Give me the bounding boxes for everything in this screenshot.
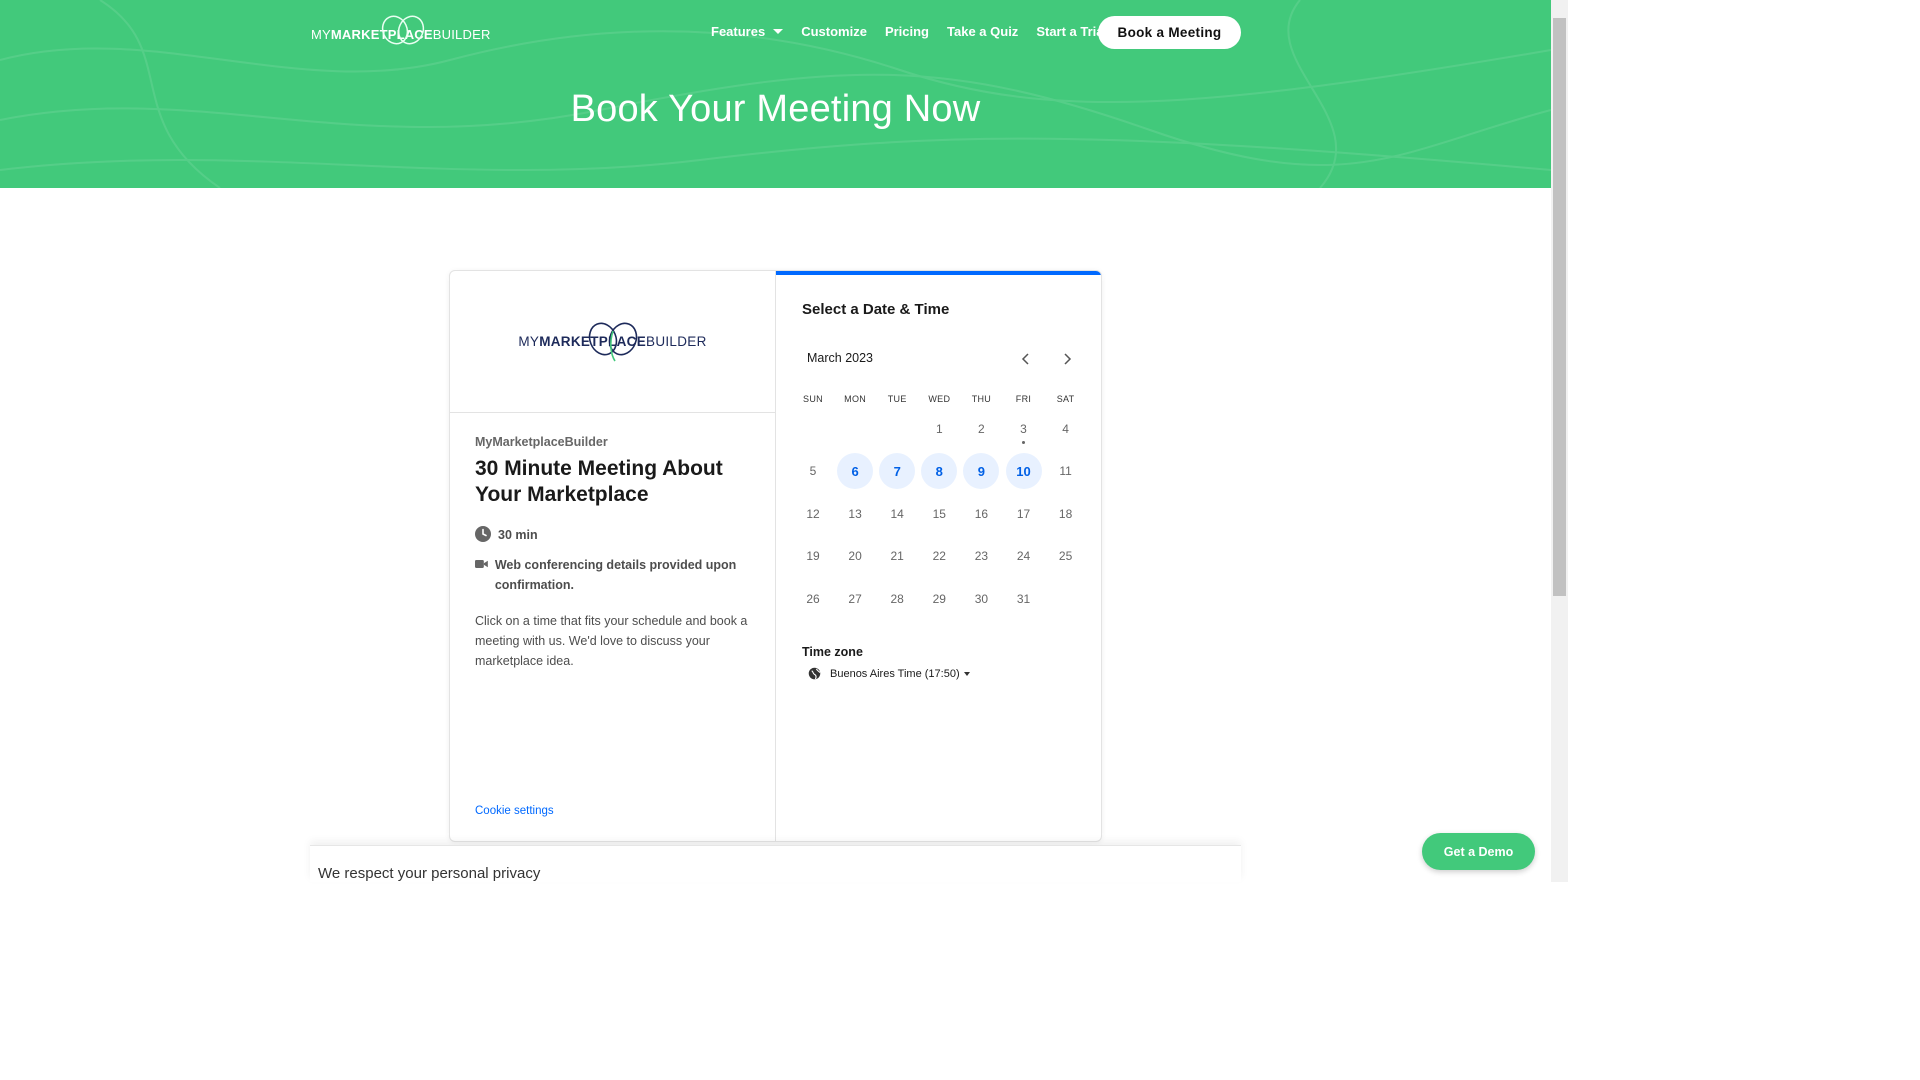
calendar-day: 20 [848, 549, 862, 564]
weekday-sat: SAT [1056, 394, 1075, 404]
calendar-day: 15 [932, 506, 946, 521]
calendar-day: 26 [806, 591, 820, 606]
calendar-day: 31 [1016, 591, 1031, 606]
date-picker-pane: Select a Date & Time March 2023 SUN MON TU… [776, 271, 1101, 841]
organizer-logo: MYMARKETPLACEBUILDER [450, 271, 775, 413]
calendar-day: 30 [974, 591, 989, 606]
event-description: Click on a time that fits your schedule … [475, 614, 748, 668]
calendar-day: 14 [890, 506, 904, 521]
logo-prefix: MY [311, 26, 331, 42]
event-details-pane: MYMARKETPLACEBUILDER MyMarketplaceBuilde… [450, 271, 776, 841]
scrollbar[interactable] [1551, 0, 1568, 882]
calendar-day: 3 [1006, 411, 1042, 447]
calendar-day: 5 [809, 464, 817, 479]
calendar-day: 22 [932, 549, 946, 564]
timezone-selector[interactable]: Buenos Aires Time (17:50) [808, 667, 970, 680]
calendar-day: 19 [806, 549, 820, 564]
calendar-day-available[interactable]: 8 [921, 453, 958, 490]
duration-row: 30 min [475, 525, 538, 545]
nav-pricing[interactable]: Pricing [885, 24, 929, 39]
weekday-wed: WED [928, 394, 951, 404]
butterfly-logo-icon [588, 322, 638, 362]
privacy-banner: We respect your personal privacy [310, 845, 1241, 882]
calendar-day-available[interactable]: 9 [963, 453, 1000, 490]
location-text: Web conferencing details provided upon c… [494, 558, 737, 592]
event-title: 30 Minute Meeting About Your Marketplace [475, 457, 723, 506]
weekday-thu: THU [971, 394, 992, 404]
nav-take-a-quiz[interactable]: Take a Quiz [947, 24, 1018, 39]
calendar-day-available[interactable]: 7 [879, 453, 916, 490]
calendar-day: 29 [932, 591, 946, 606]
calendar-day: 4 [1062, 422, 1069, 436]
calendar-day: 21 [890, 549, 904, 564]
caret-down-icon [963, 671, 970, 676]
privacy-banner-text: We respect your personal privacy [318, 865, 541, 882]
butterfly-icon [381, 15, 425, 45]
site-logo[interactable]: MY MARKETPLACE BUILDER [311, 15, 491, 48]
nav-features[interactable]: Features [711, 24, 784, 39]
get-a-demo-button[interactable]: Get a Demo [1422, 833, 1535, 870]
globe-icon [808, 667, 821, 680]
weekday-sun: SUN [803, 394, 823, 404]
calendar-day: 17 [1016, 506, 1031, 521]
video-camera-icon [475, 559, 488, 569]
calendar-day: 1 [935, 422, 943, 436]
date-time-heading: Select a Date & Time [802, 301, 950, 318]
weekday-fri: FRI [1015, 394, 1032, 404]
weekday-mon: MON [844, 394, 867, 404]
chevron-left-icon [1021, 353, 1029, 365]
calendar-day: 24 [1016, 549, 1031, 564]
next-month-button[interactable] [1057, 349, 1077, 369]
scrollbar-thumb[interactable] [1553, 18, 1566, 596]
organizer-name: MyMarketplaceBuilder [475, 435, 608, 449]
calendar-day: 25 [1058, 549, 1073, 564]
calendar-day: 11 [1059, 464, 1072, 479]
calendar-day: 18 [1058, 506, 1073, 521]
weekday-tue: TUE [887, 394, 907, 404]
chevron-right-icon [1064, 353, 1072, 365]
calendar-day: 12 [806, 506, 820, 521]
cookie-settings-link[interactable]: Cookie settings [475, 805, 554, 817]
calendar-day: 2 [978, 422, 985, 436]
book-meeting-button[interactable]: Book a Meeting [1098, 16, 1241, 49]
nav-features-label: Features [711, 24, 766, 39]
organizer-logo-suffix: BUILDER [646, 334, 707, 349]
logo-suffix: BUILDER [432, 26, 491, 42]
calendar-day: 28 [890, 591, 904, 606]
calendar-day-available[interactable]: 6 [837, 453, 874, 490]
calendar-day: 23 [974, 549, 989, 564]
timezone-value: Buenos Aires Time (17:50) [830, 667, 960, 680]
calendar-day-available[interactable]: 10 [1005, 453, 1042, 490]
clock-icon [475, 526, 491, 542]
nav-customize[interactable]: Customize [801, 24, 867, 39]
chevron-down-icon [773, 29, 784, 34]
calendar-day: 16 [974, 506, 989, 521]
previous-month-button[interactable] [1016, 349, 1036, 369]
location-row: Web conferencing details provided upon c… [475, 555, 755, 595]
duration-text: 30 min [498, 528, 538, 542]
hero-header: MY MARKETPLACE BUILDER Features Customize … [0, 0, 1551, 188]
calendar-day: 13 [848, 506, 862, 521]
main-nav: Features Customize Pricing Take a Quiz S… [711, 24, 1125, 39]
calendar-month-label: March 2023 [807, 351, 874, 365]
booking-widget: MYMARKETPLACEBUILDER MyMarketplaceBuilde… [449, 270, 1102, 842]
organizer-logo-prefix: MY [518, 334, 540, 349]
calendar-day: 27 [848, 591, 862, 606]
page-title: Book Your Meeting Now [570, 88, 981, 130]
timezone-label: Time zone [802, 645, 863, 659]
nav-start-a-trial[interactable]: Start a Trial [1036, 24, 1107, 39]
